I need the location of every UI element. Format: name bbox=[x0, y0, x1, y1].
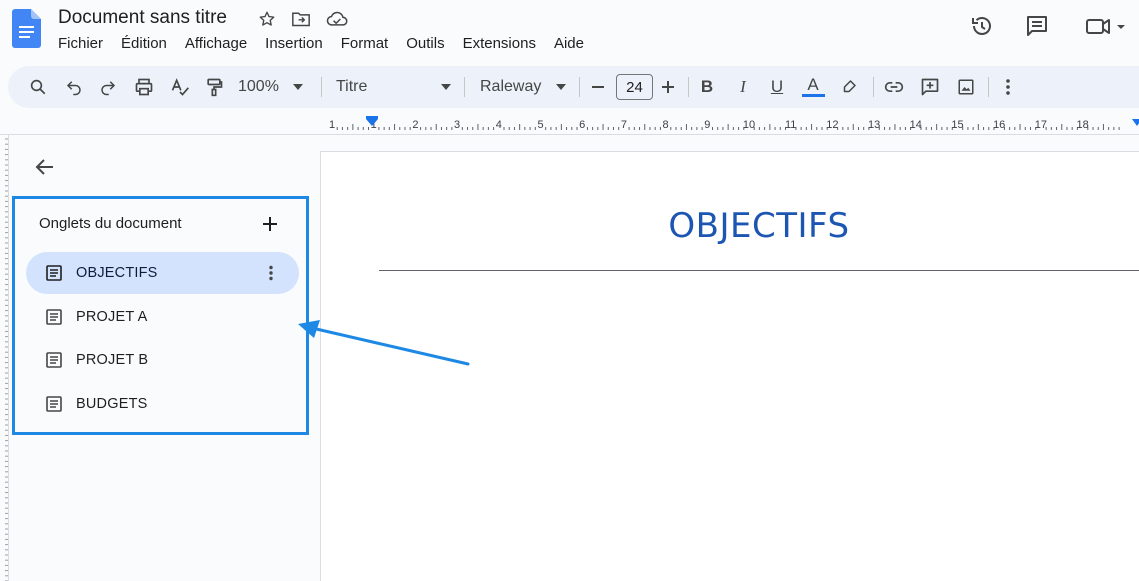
ruler-label: 14 bbox=[910, 119, 922, 131]
ruler-label: 13 bbox=[868, 119, 880, 131]
comments-icon[interactable] bbox=[1023, 12, 1051, 40]
ruler-label: 8 bbox=[663, 119, 669, 131]
back-arrow-icon[interactable] bbox=[33, 155, 57, 179]
toolbar-divider bbox=[988, 77, 989, 97]
document-icon bbox=[46, 351, 64, 369]
insert-link-icon[interactable] bbox=[882, 73, 906, 101]
menu-insertion[interactable]: Insertion bbox=[256, 34, 332, 53]
plus-icon bbox=[263, 217, 277, 231]
vertical-ruler[interactable] bbox=[0, 135, 9, 581]
menu-format[interactable]: Format bbox=[332, 34, 398, 53]
tab-budgets[interactable]: BUDGETS bbox=[26, 383, 299, 425]
more-options-icon[interactable] bbox=[998, 73, 1018, 101]
ruler-label: 12 bbox=[826, 119, 838, 131]
ruler-label: 7 bbox=[621, 119, 627, 131]
toolbar-divider bbox=[464, 77, 465, 97]
document-heading[interactable]: OBJECTIFS bbox=[321, 206, 1139, 246]
ruler-label: 6 bbox=[579, 119, 585, 131]
star-icon[interactable] bbox=[256, 8, 278, 30]
tab-label: OBJECTIFS bbox=[76, 265, 158, 281]
google-docs-logo-icon[interactable] bbox=[12, 9, 41, 48]
toolbar-divider bbox=[688, 77, 689, 97]
ruler-ticks: 1 1 2 3 4 5 6 7 8 9 10 11 12 13 14 15 16 17 18 bbox=[329, 116, 1139, 131]
decrease-font-size-button[interactable] bbox=[588, 73, 608, 101]
add-comment-icon[interactable] bbox=[918, 73, 942, 101]
zoom-value: 100% bbox=[238, 78, 279, 95]
highlight-color-icon[interactable] bbox=[838, 73, 860, 101]
ruler-divider bbox=[0, 134, 1139, 135]
underline-icon[interactable]: U bbox=[766, 73, 788, 101]
title-bar: Document sans titre Fichier Édition Affi… bbox=[0, 0, 1139, 64]
horizontal-ruler[interactable]: 1 1 2 3 4 5 6 7 8 9 10 11 12 13 14 15 16 17 18 bbox=[320, 114, 1139, 136]
document-tabs-panel: Onglets du document OBJECTIFS PROJET A P… bbox=[12, 196, 309, 435]
tab-label: PROJET B bbox=[76, 352, 149, 368]
document-icon bbox=[46, 308, 64, 326]
ruler-label: 1 bbox=[329, 119, 335, 131]
move-folder-icon[interactable] bbox=[290, 8, 312, 30]
ruler-label: 15 bbox=[951, 119, 963, 131]
font-value: Raleway bbox=[480, 78, 542, 95]
ruler-label: 18 bbox=[1076, 119, 1088, 131]
ruler-label: 4 bbox=[496, 119, 502, 131]
tab-more-options-icon[interactable] bbox=[261, 263, 281, 283]
menu-bar: Fichier Édition Affichage Insertion Form… bbox=[49, 34, 593, 53]
ruler-label: 3 bbox=[454, 119, 460, 131]
ruler-label: 9 bbox=[704, 119, 710, 131]
toolbar-divider bbox=[321, 77, 322, 97]
ruler-label: 17 bbox=[1035, 119, 1047, 131]
menu-fichier[interactable]: Fichier bbox=[49, 34, 112, 53]
tab-label: BUDGETS bbox=[76, 396, 148, 412]
toolbar-divider bbox=[579, 77, 580, 97]
meet-video-icon[interactable] bbox=[1082, 12, 1128, 40]
horizontal-rule bbox=[379, 270, 1139, 271]
style-value: Titre bbox=[336, 78, 368, 95]
ruler-label: 11 bbox=[785, 119, 796, 131]
font-select[interactable]: Raleway bbox=[480, 73, 566, 101]
chevron-down-icon bbox=[556, 84, 566, 90]
formatting-toolbar: 100% Titre Raleway 24 B I U A bbox=[8, 66, 1139, 108]
paint-format-icon[interactable] bbox=[202, 73, 226, 101]
ruler-label: 2 bbox=[412, 119, 418, 131]
annotation-arrow-icon bbox=[298, 320, 470, 366]
italic-icon[interactable]: I bbox=[732, 73, 754, 101]
version-history-icon[interactable] bbox=[968, 12, 996, 40]
tab-objectifs[interactable]: OBJECTIFS bbox=[26, 252, 299, 294]
tab-label: PROJET A bbox=[76, 309, 148, 325]
menu-affichage[interactable]: Affichage bbox=[176, 34, 256, 53]
document-title[interactable]: Document sans titre bbox=[58, 7, 227, 29]
tab-projet-b[interactable]: PROJET B bbox=[26, 339, 299, 381]
cloud-saved-icon[interactable] bbox=[326, 8, 348, 30]
menu-aide[interactable]: Aide bbox=[545, 34, 593, 53]
zoom-select[interactable]: 100% bbox=[238, 73, 308, 101]
text-color-swatch bbox=[802, 94, 825, 97]
style-select[interactable]: Titre bbox=[336, 73, 451, 101]
vertical-ruler-ticks bbox=[5, 138, 8, 581]
menu-outils[interactable]: Outils bbox=[397, 34, 453, 53]
add-tab-button[interactable] bbox=[259, 213, 281, 235]
ruler-label: 5 bbox=[537, 119, 543, 131]
chevron-down-icon bbox=[441, 84, 451, 90]
redo-icon[interactable] bbox=[96, 73, 120, 101]
first-line-indent-icon[interactable] bbox=[366, 116, 378, 119]
undo-icon[interactable] bbox=[62, 73, 86, 101]
increase-font-size-button[interactable] bbox=[658, 73, 678, 101]
ruler-label: 16 bbox=[993, 119, 1005, 131]
menu-edition[interactable]: Édition bbox=[112, 34, 176, 53]
insert-image-icon[interactable] bbox=[954, 73, 978, 101]
tab-projet-a[interactable]: PROJET A bbox=[26, 296, 299, 338]
bold-icon[interactable]: B bbox=[696, 73, 718, 101]
chevron-down-icon bbox=[292, 84, 303, 90]
panel-title: Onglets du document bbox=[39, 215, 182, 232]
right-indent-marker-icon[interactable] bbox=[1132, 119, 1139, 126]
toolbar-divider bbox=[873, 77, 874, 97]
print-icon[interactable] bbox=[132, 73, 156, 101]
spellcheck-icon[interactable] bbox=[168, 73, 192, 101]
document-icon bbox=[46, 395, 64, 413]
font-size-input[interactable]: 24 bbox=[616, 74, 653, 100]
menu-extensions[interactable]: Extensions bbox=[454, 34, 545, 53]
ruler-label: 10 bbox=[743, 119, 755, 131]
search-menus-icon[interactable] bbox=[26, 73, 50, 101]
document-icon bbox=[46, 264, 64, 282]
